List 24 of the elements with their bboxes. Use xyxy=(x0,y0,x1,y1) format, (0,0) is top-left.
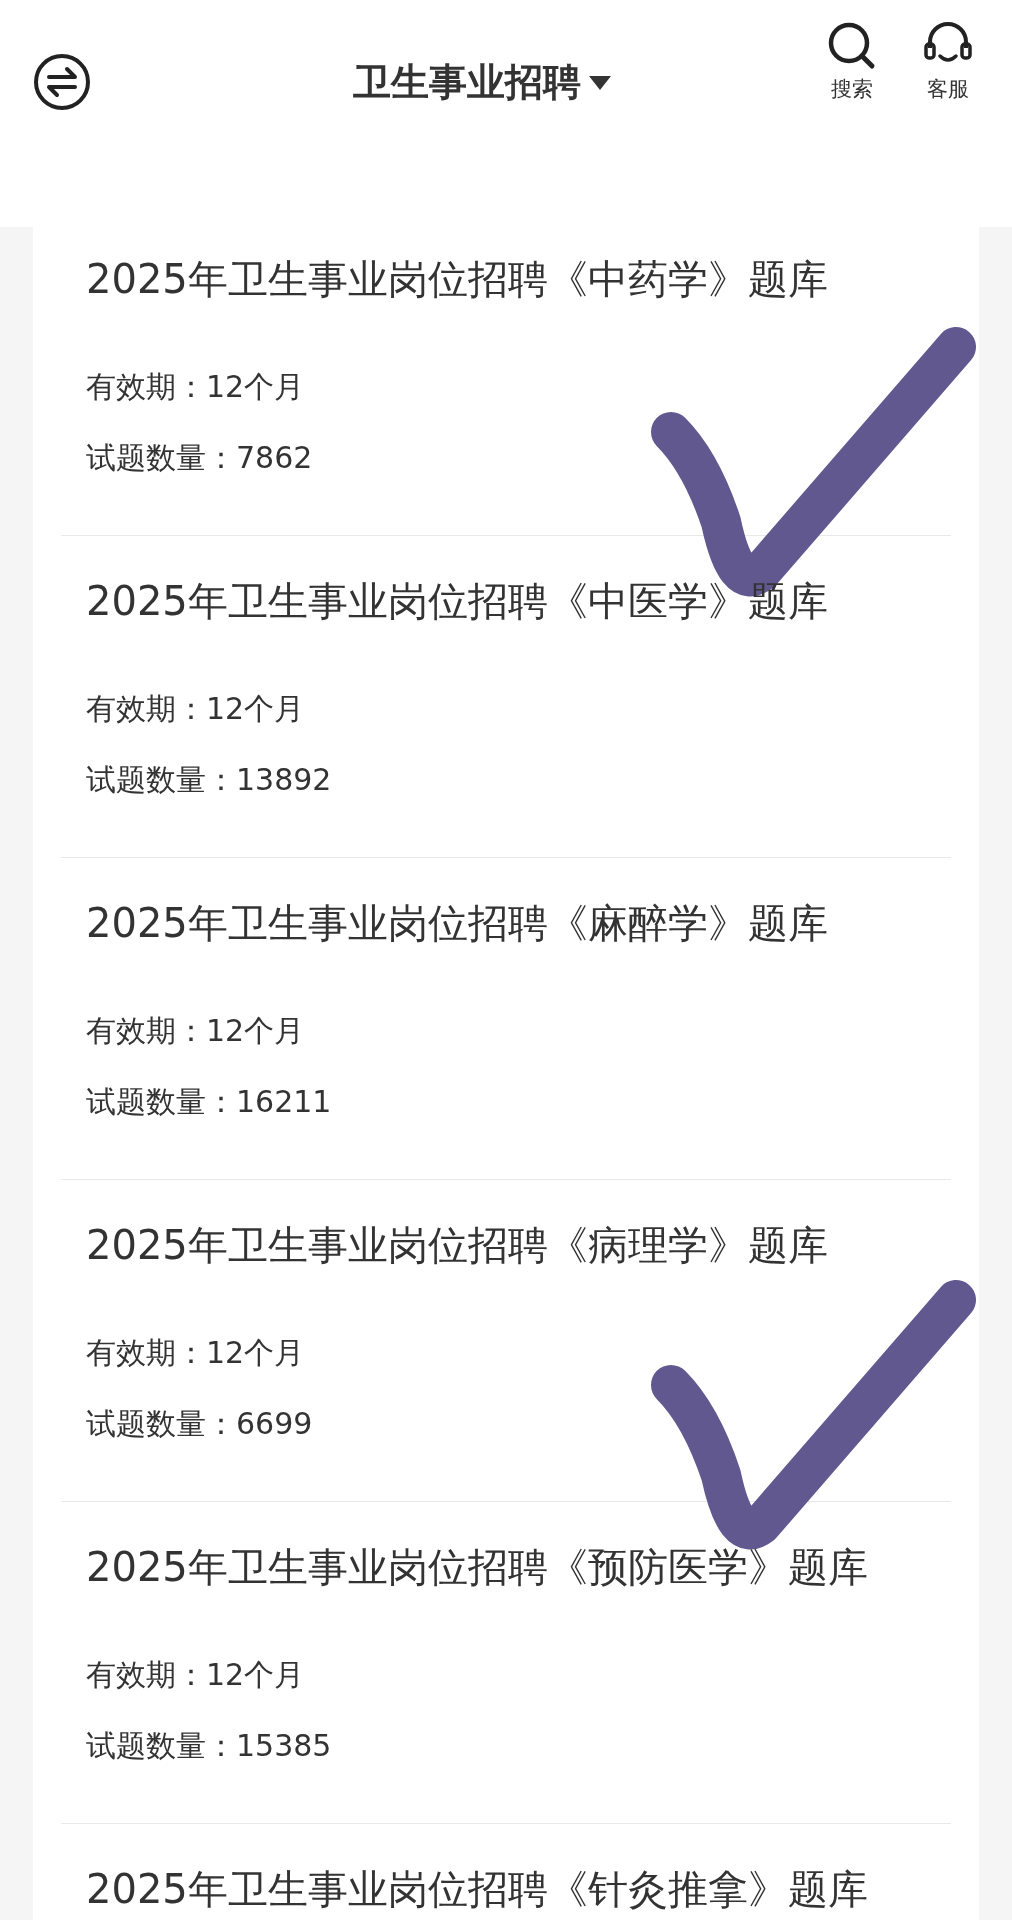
validity-text: 有效期：12个月 xyxy=(86,690,306,728)
validity-text: 有效期：12个月 xyxy=(86,368,306,406)
question-count: 试题数量：13892 xyxy=(86,761,333,799)
item-title[interactable]: 2025年卫生事业岗位招聘《中医学》题库 xyxy=(86,579,926,623)
item-title[interactable]: 2025年卫生事业岗位招聘《麻醉学》题库 xyxy=(86,901,926,945)
list-item[interactable]: 2025年卫生事业岗位招聘《麻醉学》题库 有效期：12个月 试题数量：16211 xyxy=(61,858,951,1180)
question-count: 试题数量：15385 xyxy=(86,1727,333,1765)
validity-text: 有效期：12个月 xyxy=(86,1334,306,1372)
validity-text: 有效期：12个月 xyxy=(86,1656,306,1694)
page-title[interactable]: 卫生事业招聘 xyxy=(353,54,581,111)
switch-arrows-icon[interactable] xyxy=(32,52,92,112)
caret-down-icon[interactable] xyxy=(589,75,611,90)
validity-text: 有效期：12个月 xyxy=(86,1012,306,1050)
item-title[interactable]: 2025年卫生事业岗位招聘《预防医学》题库 xyxy=(86,1545,926,1589)
item-title[interactable]: 2025年卫生事业岗位招聘《病理学》题库 xyxy=(86,1223,926,1267)
service-label[interactable]: 客服 xyxy=(927,74,969,106)
list-item[interactable]: 2025年卫生事业岗位招聘《预防医学》题库 有效期：12个月 试题数量：15385 xyxy=(61,1502,951,1824)
list-item[interactable]: 2025年卫生事业岗位招聘《中医学》题库 有效期：12个月 试题数量：13892 xyxy=(61,536,951,858)
item-title[interactable]: 2025年卫生事业岗位招聘《针灸推拿》题库 xyxy=(86,1867,926,1911)
question-count: 试题数量：6699 xyxy=(86,1405,314,1443)
search-label[interactable]: 搜索 xyxy=(831,74,873,106)
question-count: 试题数量：7862 xyxy=(86,439,314,477)
question-count: 试题数量：16211 xyxy=(86,1083,333,1121)
item-title[interactable]: 2025年卫生事业岗位招聘《中药学》题库 xyxy=(86,257,926,301)
